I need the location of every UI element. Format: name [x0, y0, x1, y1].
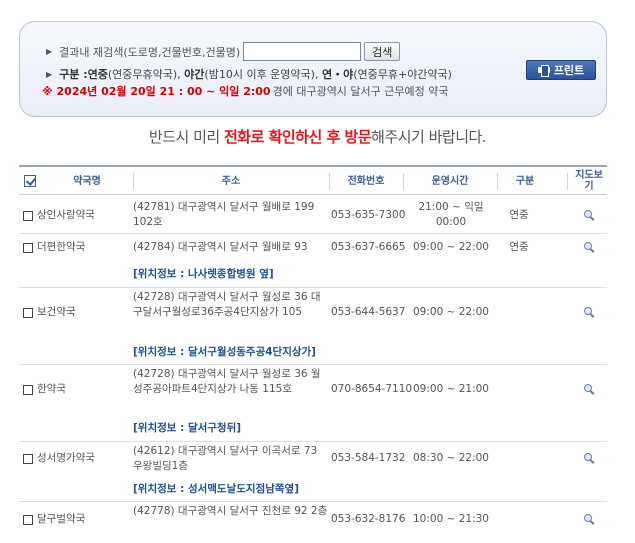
checkbox-icon[interactable] [23, 514, 33, 525]
pharmacy-hours: 08:30 ~ 22:00 [413, 452, 489, 464]
header-hours: 운영시간 [431, 175, 469, 187]
category-segments: 연중(연중무휴약국), 야간(밤10시 이후 운영약국), 연・야(연중무휴+야… [88, 66, 452, 82]
pharmacy-hours: 09:00 ~ 22:00 [413, 306, 489, 318]
map-view-button[interactable] [583, 513, 597, 530]
table-row: 성서명가약국 (42612) 대구광역시 달서구 이곡서로 73 우왕빌딩1층 … [19, 442, 607, 502]
pharmacy-hours: 09:00 ~ 22:00 [413, 241, 489, 253]
pharmacy-address: (42778) 대구광역시 달서구 진천로 92 2층 [133, 505, 328, 517]
pharmacy-name: 달구벌약국 [37, 513, 86, 525]
magnifier-icon[interactable] [583, 306, 595, 318]
pharmacy-address: (42784) 대구광역시 달서구 월배로 93 [133, 241, 308, 253]
table-row: 달구벌약국 (42778) 대구광역시 달서구 진천로 92 2층 053-63… [19, 502, 607, 543]
category-term: 연・야 [321, 68, 354, 81]
location-info: [위치정보 : 성서맥도날도지점남쪽옆] [133, 483, 300, 495]
pharmacy-address: (42728) 대구광역시 달서구 월성로 36 대구달서구월성로36주공4단지… [133, 291, 321, 318]
notice-region: 경에 대구광역시 달서구 근무예정 약국 [272, 85, 449, 98]
checkbox-icon[interactable] [23, 384, 33, 395]
header-name: 약국명 [73, 175, 101, 187]
print-label: 프린트 [553, 64, 585, 77]
pharmacy-hours: 09:00 ~ 21:00 [413, 383, 489, 395]
call-ahead-warning: 반드시 미리 전화로 확인하신 후 방문해주시기 바랍니다. [0, 126, 635, 147]
pharmacy-category: 연중 [509, 241, 529, 253]
print-button[interactable]: 프린트 [526, 60, 596, 80]
research-row: ▶ 결과내 재검색(도로명,건물번호,건물명) 검색 [46, 42, 401, 61]
location-info: [위치정보 : 달서구월성동주공4단지상가] [133, 346, 316, 358]
pharmacy-name-cell[interactable]: 상인사랑약국 [23, 208, 95, 223]
category-prefix: 구분 : [59, 68, 88, 81]
pharmacy-category: 연중 [509, 209, 529, 221]
location-info: [위치정보 : 달서구청뒤] [133, 422, 242, 434]
checkbox-icon[interactable] [23, 242, 33, 253]
magnifier-icon[interactable] [583, 241, 595, 253]
pharmacy-name: 한약국 [37, 383, 66, 395]
pharmacy-name-cell[interactable]: 달구벌약국 [23, 512, 85, 527]
header-map: 지도보기 [575, 170, 603, 192]
header-category: 구분 [515, 175, 535, 187]
checkbox-icon[interactable] [23, 210, 33, 221]
pharmacy-hours: 10:00 ~ 21:30 [413, 513, 489, 525]
pharmacy-phone: 053-644-5637 [331, 306, 406, 318]
pharmacy-name: 보건약국 [37, 306, 76, 318]
category-description: (연중무휴약국), [107, 68, 185, 81]
warning-highlight: 전화로 확인하신 후 방문 [223, 128, 372, 146]
category-legend: ▶ 구분 : 연중(연중무휴약국), 야간(밤10시 이후 운영약국), 연・야… [46, 66, 452, 82]
pharmacy-phone: 070-8654-7110 [331, 383, 413, 395]
magnifier-icon[interactable] [583, 452, 595, 464]
warning-suffix: 해주시기 바랍니다. [371, 128, 487, 146]
magnifier-icon[interactable] [583, 209, 595, 221]
map-view-button[interactable] [583, 241, 597, 258]
category-term: 야간 [184, 68, 205, 81]
research-input[interactable] [243, 42, 362, 61]
pharmacy-name-cell[interactable]: 한약국 [23, 382, 66, 397]
pharmacy-address: (42781) 대구광역시 달서구 월배로 199 102호 [133, 201, 315, 228]
pharmacy-address: (42612) 대구광역시 달서구 이곡서로 73 우왕빌딩1층 [133, 445, 318, 472]
pharmacy-phone: 053-632-8176 [331, 513, 406, 525]
pharmacy-phone: 053-635-7300 [331, 209, 406, 221]
warning-prefix: 반드시 미리 [148, 128, 224, 146]
printer-icon [537, 65, 550, 77]
checkbox-icon[interactable] [23, 453, 33, 464]
pharmacy-hours: 21:00 ~ 익일 00:00 [418, 201, 484, 228]
pharmacy-name: 성서명가약국 [37, 452, 95, 464]
location-info: [위치정보 : 나사렛종합병원 옆] [133, 268, 274, 280]
pharmacy-name: 더편한약국 [37, 241, 86, 253]
pharmacy-phone: 053-584-1732 [331, 452, 406, 464]
table-row: 보건약국 (42728) 대구광역시 달서구 월성로 36 대구달서구월성로36… [19, 288, 607, 365]
checkbox-checked-icon[interactable] [24, 175, 36, 187]
triangle-bullet-icon: ▶ [46, 69, 53, 79]
header-address: 주소 [221, 175, 241, 187]
checkbox-icon[interactable] [23, 307, 33, 318]
header-divider [567, 173, 568, 190]
triangle-bullet-icon: ▶ [46, 47, 53, 56]
magnifier-icon[interactable] [583, 383, 595, 395]
pharmacy-name-cell[interactable]: 보건약국 [23, 305, 76, 320]
pharmacy-address: (42728) 대구광역시 달서구 월성로 36 월성주공아파트4단지상가 나동… [133, 368, 321, 395]
table-header: 약국명 주소 전화번호 운영시간 구분 지도보기 [19, 165, 607, 195]
map-view-button[interactable] [583, 306, 597, 323]
pharmacy-phone: 053-637-6665 [331, 241, 406, 253]
pharmacy-name-cell[interactable]: 성서명가약국 [23, 451, 95, 466]
notice-datetime: ※ 2024년 02월 20일 21 : 00 ~ 익일 2:00 [42, 85, 271, 98]
magnifier-icon[interactable] [583, 513, 595, 525]
table-row: 더편한약국 (42784) 대구광역시 달서구 월배로 93 053-637-6… [19, 234, 607, 288]
select-all-cell[interactable] [19, 167, 41, 195]
table-row: 상인사랑약국 (42781) 대구광역시 달서구 월배로 199 102호 05… [19, 196, 607, 234]
category-term: 연중 [87, 68, 108, 81]
pharmacy-name-cell[interactable]: 더편한약국 [23, 240, 85, 255]
category-description: (밤10시 이후 운영약국), [204, 68, 322, 81]
notice-row: ※ 2024년 02월 20일 21 : 00 ~ 익일 2:00 경에 대구광… [42, 83, 449, 99]
research-label: 결과내 재검색(도로명,건물번호,건물명) [59, 45, 241, 59]
header-phone: 전화번호 [347, 175, 385, 187]
pharmacy-name: 상인사랑약국 [37, 209, 95, 221]
search-button[interactable]: 검색 [364, 42, 401, 61]
map-view-button[interactable] [583, 383, 597, 400]
map-view-button[interactable] [583, 452, 597, 469]
category-description: (연중무휴+야간약국) [353, 68, 452, 81]
map-view-button[interactable] [583, 209, 597, 226]
search-panel: ▶ 결과내 재검색(도로명,건물번호,건물명) 검색 ▶ 구분 : 연중(연중무… [19, 21, 607, 117]
table-row: 한약국 (42728) 대구광역시 달서구 월성로 36 월성주공아파트4단지상… [19, 365, 607, 442]
